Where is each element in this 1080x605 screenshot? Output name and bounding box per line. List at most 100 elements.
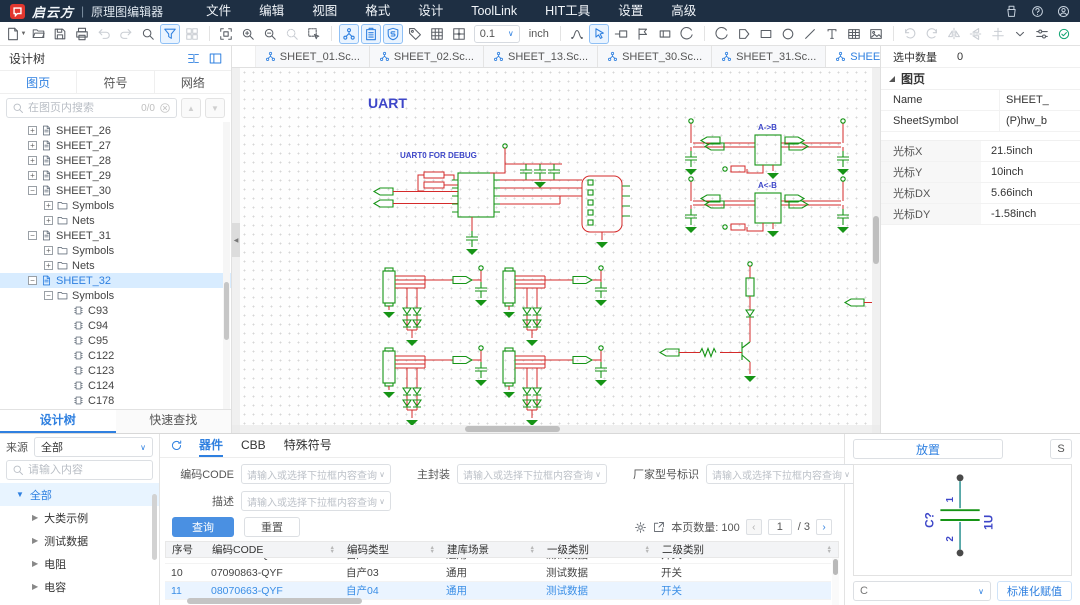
- sort-icons[interactable]: ▲▼: [530, 546, 535, 554]
- tree-item-c123[interactable]: C123: [0, 363, 231, 378]
- tree-scrollbar-thumb[interactable]: [224, 282, 229, 340]
- panel-collapse-handle[interactable]: ◀: [232, 223, 240, 257]
- filter-button[interactable]: [160, 24, 180, 44]
- canvas-vscrollbar-thumb[interactable]: [873, 216, 879, 264]
- canvas-hscrollbar-thumb[interactable]: [465, 426, 560, 432]
- search-prev-button[interactable]: ▲: [181, 98, 201, 118]
- user-avatar-icon[interactable]: [1057, 5, 1070, 18]
- expander-icon[interactable]: +: [28, 141, 37, 150]
- column-header-[interactable]: 二级类别▲▼: [656, 542, 838, 557]
- tree-item-sheet-31[interactable]: −SHEET_31: [0, 228, 231, 243]
- expander-icon[interactable]: +: [44, 246, 53, 255]
- tab-cbb[interactable]: CBB: [241, 434, 266, 457]
- menu-view[interactable]: 视图: [298, 0, 351, 22]
- tree-item-c124[interactable]: C124: [0, 378, 231, 393]
- category-resistor[interactable]: ▶电阻: [0, 552, 159, 575]
- tree-item-nets[interactable]: +Nets: [0, 213, 231, 228]
- column-header-[interactable]: 序号: [166, 542, 206, 557]
- category-category-examples[interactable]: ▶大类示例: [0, 506, 159, 529]
- expander-icon[interactable]: −: [44, 291, 53, 300]
- schematic-connector-4[interactable]: [503, 346, 607, 425]
- schematic-connector-2[interactable]: [503, 266, 607, 346]
- hierarchy-button[interactable]: [339, 24, 359, 44]
- refresh-icon[interactable]: [170, 439, 183, 452]
- tree-scrollbar[interactable]: [223, 122, 230, 409]
- text-button[interactable]: [822, 24, 842, 44]
- menu-design[interactable]: 设计: [404, 0, 457, 22]
- expander-icon[interactable]: +: [28, 126, 37, 135]
- schematic-connector-1[interactable]: [383, 266, 487, 346]
- category-test-data[interactable]: ▶测试数据: [0, 529, 159, 552]
- reset-button[interactable]: 重置: [244, 517, 300, 537]
- clipboard-button[interactable]: [361, 24, 381, 44]
- property-row-name[interactable]: NameSHEET_: [881, 90, 1080, 111]
- table-vscrollbar[interactable]: [832, 558, 839, 605]
- schematic-title-text[interactable]: UART: [368, 95, 407, 111]
- menu-advanced[interactable]: 高级: [657, 0, 710, 22]
- tree-item-nets[interactable]: +Nets: [0, 258, 231, 273]
- doc-tab-sheet-01-sc[interactable]: SHEET_01.Sc...: [256, 46, 370, 67]
- expander-icon[interactable]: −: [28, 231, 37, 240]
- sheet-search-input[interactable]: [28, 102, 137, 114]
- column-header-[interactable]: 一级类别▲▼: [541, 542, 656, 557]
- tree-item-c93[interactable]: C93: [0, 303, 231, 318]
- tree-item-sheet-27[interactable]: +SHEET_27: [0, 138, 231, 153]
- tree-item-c122[interactable]: C122: [0, 348, 231, 363]
- open-folder-button[interactable]: [28, 24, 48, 44]
- snap-button[interactable]: [449, 24, 469, 44]
- tree-item-c244[interactable]: C244: [0, 408, 231, 409]
- sort-icons[interactable]: ▲▼: [827, 546, 832, 554]
- circle-button[interactable]: [778, 24, 798, 44]
- property-row-sheetsymbol[interactable]: SheetSymbol(P)hw_b: [881, 111, 1080, 132]
- menu-edit[interactable]: 编辑: [245, 0, 298, 22]
- column-header-[interactable]: 建库场景▲▼: [441, 542, 541, 557]
- tree-item-symbols[interactable]: +Symbols: [0, 243, 231, 258]
- expander-icon[interactable]: +: [44, 261, 53, 270]
- tree-item-c94[interactable]: C94: [0, 318, 231, 333]
- query-button[interactable]: 查询: [172, 517, 234, 537]
- schematic-drawing[interactable]: UART UART0 FOR DEBUG: [240, 68, 872, 425]
- category-search-box[interactable]: [6, 460, 153, 480]
- menu-hit-tools[interactable]: HIT工具: [531, 0, 604, 22]
- grid-button[interactable]: [427, 24, 447, 44]
- tab-design-tree[interactable]: 设计树: [0, 410, 116, 433]
- category-all[interactable]: ▼全部: [0, 483, 159, 506]
- zoom-in-button[interactable]: [238, 24, 258, 44]
- table-vscrollbar-thumb[interactable]: [833, 559, 838, 575]
- schematic-connector-3[interactable]: [383, 346, 487, 425]
- tree-item-symbols[interactable]: −Symbols: [0, 288, 231, 303]
- arc-button[interactable]: [712, 24, 732, 44]
- column-header-[interactable]: 编码类型▲▼: [341, 542, 441, 557]
- line-button[interactable]: [800, 24, 820, 44]
- tree-structure-icon[interactable]: [187, 52, 200, 65]
- tree-item-sheet-26[interactable]: +SHEET_26: [0, 123, 231, 138]
- export-icon[interactable]: [653, 521, 665, 533]
- tree-item-sheet-30[interactable]: −SHEET_30: [0, 183, 231, 198]
- schematic-canvas-area[interactable]: ◀: [232, 68, 880, 433]
- doc-tab-sheet-02-sc[interactable]: SHEET_02.Sc...: [370, 46, 484, 67]
- expander-icon[interactable]: −: [28, 186, 37, 195]
- tab-quick-find[interactable]: 快速查找: [116, 410, 232, 433]
- sheet-section-header[interactable]: 图页: [881, 68, 1080, 90]
- schematic-uart-circuit[interactable]: [374, 144, 630, 255]
- image-button[interactable]: [866, 24, 886, 44]
- menu-file[interactable]: 文件: [192, 0, 245, 22]
- column-header-code[interactable]: 编码CODE▲▼: [206, 542, 341, 557]
- save-button[interactable]: [50, 24, 70, 44]
- tree-item-sheet-29[interactable]: +SHEET_29: [0, 168, 231, 183]
- fit-view-button[interactable]: [216, 24, 236, 44]
- filter-package-select[interactable]: 请输入或选择下拉框内容查询∨: [457, 464, 607, 484]
- grid-size-select[interactable]: 0.1∨: [474, 25, 520, 43]
- menu-settings[interactable]: 设置: [604, 0, 657, 22]
- sort-icons[interactable]: ▲▼: [645, 546, 650, 554]
- tab-components[interactable]: 器件: [199, 434, 223, 457]
- tab-nets[interactable]: 网络: [155, 71, 231, 93]
- schematic-port-right[interactable]: [845, 299, 872, 306]
- search-next-button[interactable]: ▼: [205, 98, 225, 118]
- print-button[interactable]: [72, 24, 92, 44]
- next-page-button[interactable]: ›: [816, 519, 832, 535]
- chevron-down-button[interactable]: [1010, 24, 1030, 44]
- source-select[interactable]: 全部 ∨: [34, 437, 153, 457]
- shield-button[interactable]: [383, 24, 403, 44]
- tree-item-c178[interactable]: C178: [0, 393, 231, 408]
